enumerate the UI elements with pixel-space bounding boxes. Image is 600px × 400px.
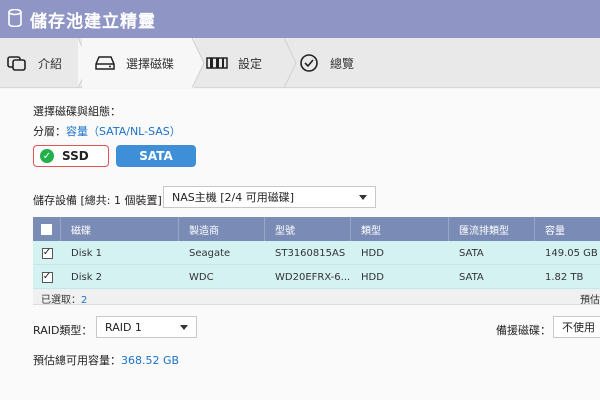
wizard-steps: 介紹 選擇磁碟 設定 總覽 (0, 38, 600, 88)
tier-row: 分層：容量（SATA/NL-SAS） (33, 123, 181, 139)
select-all-cell: ✓ (33, 217, 61, 241)
table-row[interactable]: ✓ Disk 2 WDC WD20EFRX-6... HDD SATA 1.82… (33, 265, 600, 289)
raid-selected: RAID 1 (105, 320, 142, 334)
step-select-disks[interactable]: 選擇磁碟 (82, 38, 194, 88)
step-label: 介紹 (38, 56, 63, 71)
table-row[interactable]: ✓ Disk 1 Seagate ST3160815AS HDD SATA 14… (33, 241, 600, 265)
raid-label: RAID類型： (33, 324, 93, 337)
cell-bus: SATA (459, 247, 484, 259)
window-title: 儲存池建立精靈 (30, 11, 156, 32)
check-icon: ✓ (40, 149, 54, 163)
spare-label: 備援磁碟： (496, 324, 551, 337)
chevron-down-icon (359, 195, 367, 200)
step-intro[interactable]: 介紹 (0, 38, 78, 88)
title-bar: 儲存池建立精靈 (0, 0, 600, 38)
device-label: 儲存設備 [總共: 1 個裝置]: (33, 194, 166, 207)
cell-capacity: 149.05 GB (545, 247, 598, 259)
cell-bus: SATA (459, 271, 484, 283)
content-area: 選擇磁碟與組態： 分層：容量（SATA/NL-SAS） ✓ SSD SATA 儲… (0, 89, 600, 400)
disk-select-heading: 選擇磁碟與組態： (33, 105, 121, 118)
cell-type: HDD (361, 271, 384, 283)
select-all-checkbox[interactable]: ✓ (41, 223, 52, 235)
ssd-label: SSD (62, 149, 89, 163)
settings-icon (206, 52, 228, 74)
row-checkbox[interactable]: ✓ (41, 271, 53, 283)
cell-vendor: WDC (189, 271, 214, 283)
header-type[interactable]: 類型 (351, 217, 449, 241)
cell-model: ST3160815AS (275, 247, 346, 259)
selected-label: 已選取： (41, 295, 81, 306)
header-capacity[interactable]: 容量 (535, 217, 600, 241)
step-separator (192, 38, 205, 88)
stack-icon (6, 52, 28, 74)
cell-disk: Disk 2 (71, 271, 103, 283)
disk-icon (94, 52, 116, 74)
sata-label: SATA (139, 149, 173, 163)
selected-value: 2 (81, 295, 88, 306)
device-select[interactable]: NAS主機 [2/4 可用磁碟] (163, 186, 376, 208)
header-bus[interactable]: 匯流排類型 (449, 217, 535, 241)
header-disk[interactable]: 磁碟 (61, 217, 179, 241)
ssd-button[interactable]: ✓ SSD (33, 145, 109, 167)
header-model[interactable]: 型號 (265, 217, 351, 241)
header-vendor[interactable]: 製造商 (179, 217, 265, 241)
estimate-value: 368.52 GB (121, 354, 180, 367)
selected-count: 已選取：2 (41, 291, 87, 306)
step-label: 設定 (238, 56, 263, 71)
row-check-cell: ✓ (33, 265, 61, 289)
tier-link[interactable]: 容量（SATA/NL-SAS） (66, 125, 181, 138)
raid-select[interactable]: RAID 1 (96, 316, 197, 338)
step-label: 總覽 (330, 56, 355, 71)
estimate-row: 預估總可用容量：368.52 GB (33, 352, 179, 368)
row-checkbox[interactable]: ✓ (41, 247, 53, 259)
table-footer: 已選取：2 預估 (33, 289, 600, 306)
sata-button[interactable]: SATA (116, 145, 196, 167)
cell-vendor: Seagate (189, 247, 231, 259)
device-selected: NAS主機 [2/4 可用磁碟] (172, 191, 295, 204)
step-separator (284, 38, 297, 88)
chevron-down-icon (180, 325, 188, 330)
disk-table: ✓ 磁碟 製造商 型號 類型 匯流排類型 容量 ✓ Disk 1 Seagate… (33, 217, 600, 306)
footer-estimate-label: 預估 (580, 295, 600, 306)
table-header: ✓ 磁碟 製造商 型號 類型 匯流排類型 容量 (33, 217, 600, 241)
check-circle-icon (298, 52, 320, 74)
cell-capacity: 1.82 TB (545, 271, 584, 283)
storage-cylinder-icon (8, 8, 22, 30)
tier-label: 分層： (33, 125, 66, 138)
step-label: 選擇磁碟 (126, 56, 175, 71)
cell-type: HDD (361, 247, 384, 259)
cell-disk: Disk 1 (71, 247, 103, 259)
spare-select[interactable]: 不使用 (553, 316, 600, 338)
estimate-label: 預估總可用容量： (33, 354, 121, 367)
row-check-cell: ✓ (33, 241, 61, 265)
spare-selected: 不使用 (562, 321, 595, 334)
step-settings[interactable]: 設定 (206, 38, 290, 88)
step-summary[interactable]: 總覽 (298, 38, 398, 88)
cell-model: WD20EFRX-6... (275, 271, 351, 283)
